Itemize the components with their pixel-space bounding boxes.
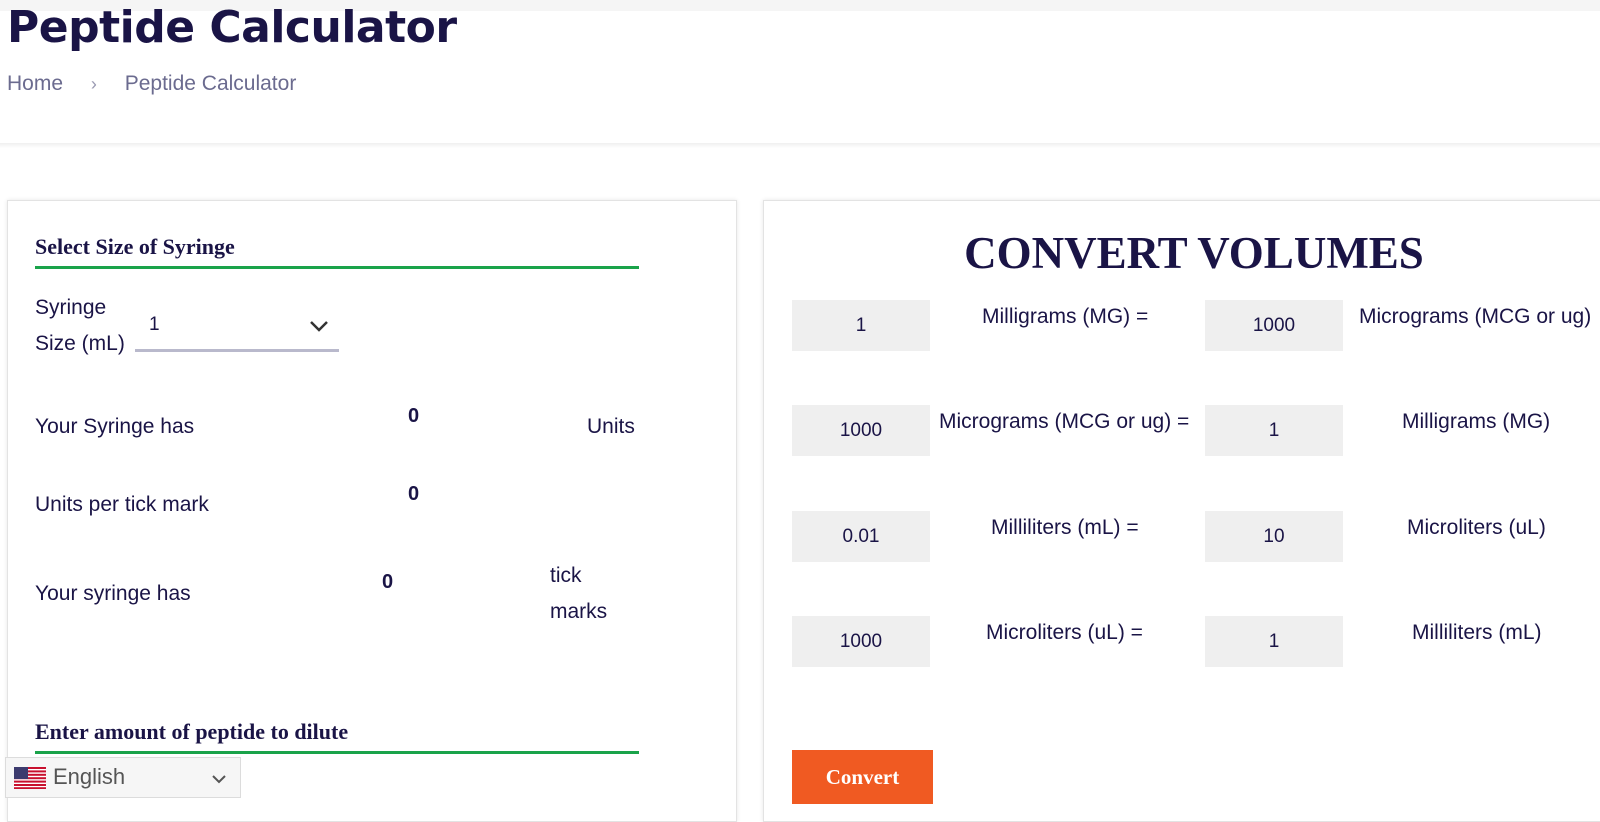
tick-count-suffix: tick marks xyxy=(550,558,607,630)
syringe-section-heading: Select Size of Syringe xyxy=(35,234,639,269)
syringe-units-value: 0 xyxy=(408,405,420,427)
language-selector[interactable]: English xyxy=(5,757,241,798)
tick-count-value: 0 xyxy=(382,571,394,593)
convert-row1-from-unit: Milligrams (MG) = xyxy=(982,305,1149,328)
convert-row2-to-unit: Milligrams (MG) xyxy=(1402,410,1551,433)
language-label: English xyxy=(53,764,126,789)
page-title: Peptide Calculator xyxy=(7,2,457,53)
convert-volumes-card: CONVERT VOLUMES Milligrams (MG) = Microg… xyxy=(763,200,1600,822)
units-per-tick-label: Units per tick mark xyxy=(35,493,209,516)
tick-count-suffix-line2: marks xyxy=(550,600,608,623)
syringe-size-label-line1: Syringe xyxy=(35,296,107,319)
convert-row1-to-unit: Micrograms (MCG or ug) xyxy=(1359,305,1592,328)
convert-row4-from-input[interactable] xyxy=(792,616,930,667)
chevron-down-icon xyxy=(212,775,226,784)
syringe-size-select[interactable]: 1 xyxy=(135,304,339,352)
syringe-size-selected-value: 1 xyxy=(149,314,160,335)
chevron-down-icon xyxy=(310,321,328,332)
convert-row2-from-input[interactable] xyxy=(792,405,930,456)
header-divider xyxy=(0,143,1600,148)
convert-row1-to-input[interactable] xyxy=(1205,300,1343,351)
breadcrumb-current: Peptide Calculator xyxy=(124,72,297,95)
syringe-size-label-line2: Size (mL) xyxy=(35,332,125,355)
breadcrumb-home-link[interactable]: Home xyxy=(7,72,63,95)
convert-row3-to-unit: Microliters (uL) xyxy=(1407,516,1546,539)
convert-row3-to-input[interactable] xyxy=(1205,511,1343,562)
units-per-tick-value: 0 xyxy=(408,483,420,505)
convert-row3-from-unit: Milliliters (mL) = xyxy=(991,516,1139,539)
breadcrumb: Home › Peptide Calculator xyxy=(7,72,296,96)
convert-row3-from-input[interactable] xyxy=(792,511,930,562)
syringe-card: Select Size of Syringe Syringe Size (mL)… xyxy=(7,200,737,822)
convert-row4-from-unit: Microliters (uL) = xyxy=(986,621,1143,644)
breadcrumb-separator: › xyxy=(90,74,97,94)
convert-row2-to-input[interactable] xyxy=(1205,405,1343,456)
convert-row4-to-unit: Milliliters (mL) xyxy=(1412,621,1542,644)
peptide-section-heading: Enter amount of peptide to dilute xyxy=(35,719,639,754)
tick-count-suffix-line1: tick xyxy=(550,564,582,587)
convert-volumes-title: CONVERT VOLUMES xyxy=(964,228,1424,278)
tick-count-label: Your syringe has xyxy=(35,582,191,605)
us-flag-icon xyxy=(14,767,46,789)
syringe-units-suffix: Units xyxy=(587,415,635,438)
syringe-size-label: Syringe Size (mL) xyxy=(35,290,125,362)
convert-row4-to-input[interactable] xyxy=(1205,616,1343,667)
syringe-units-label: Your Syringe has xyxy=(35,415,195,438)
convert-row2-from-unit: Micrograms (MCG or ug) = xyxy=(939,410,1190,433)
convert-row1-from-input[interactable] xyxy=(792,300,930,351)
convert-button[interactable]: Convert xyxy=(792,750,933,804)
